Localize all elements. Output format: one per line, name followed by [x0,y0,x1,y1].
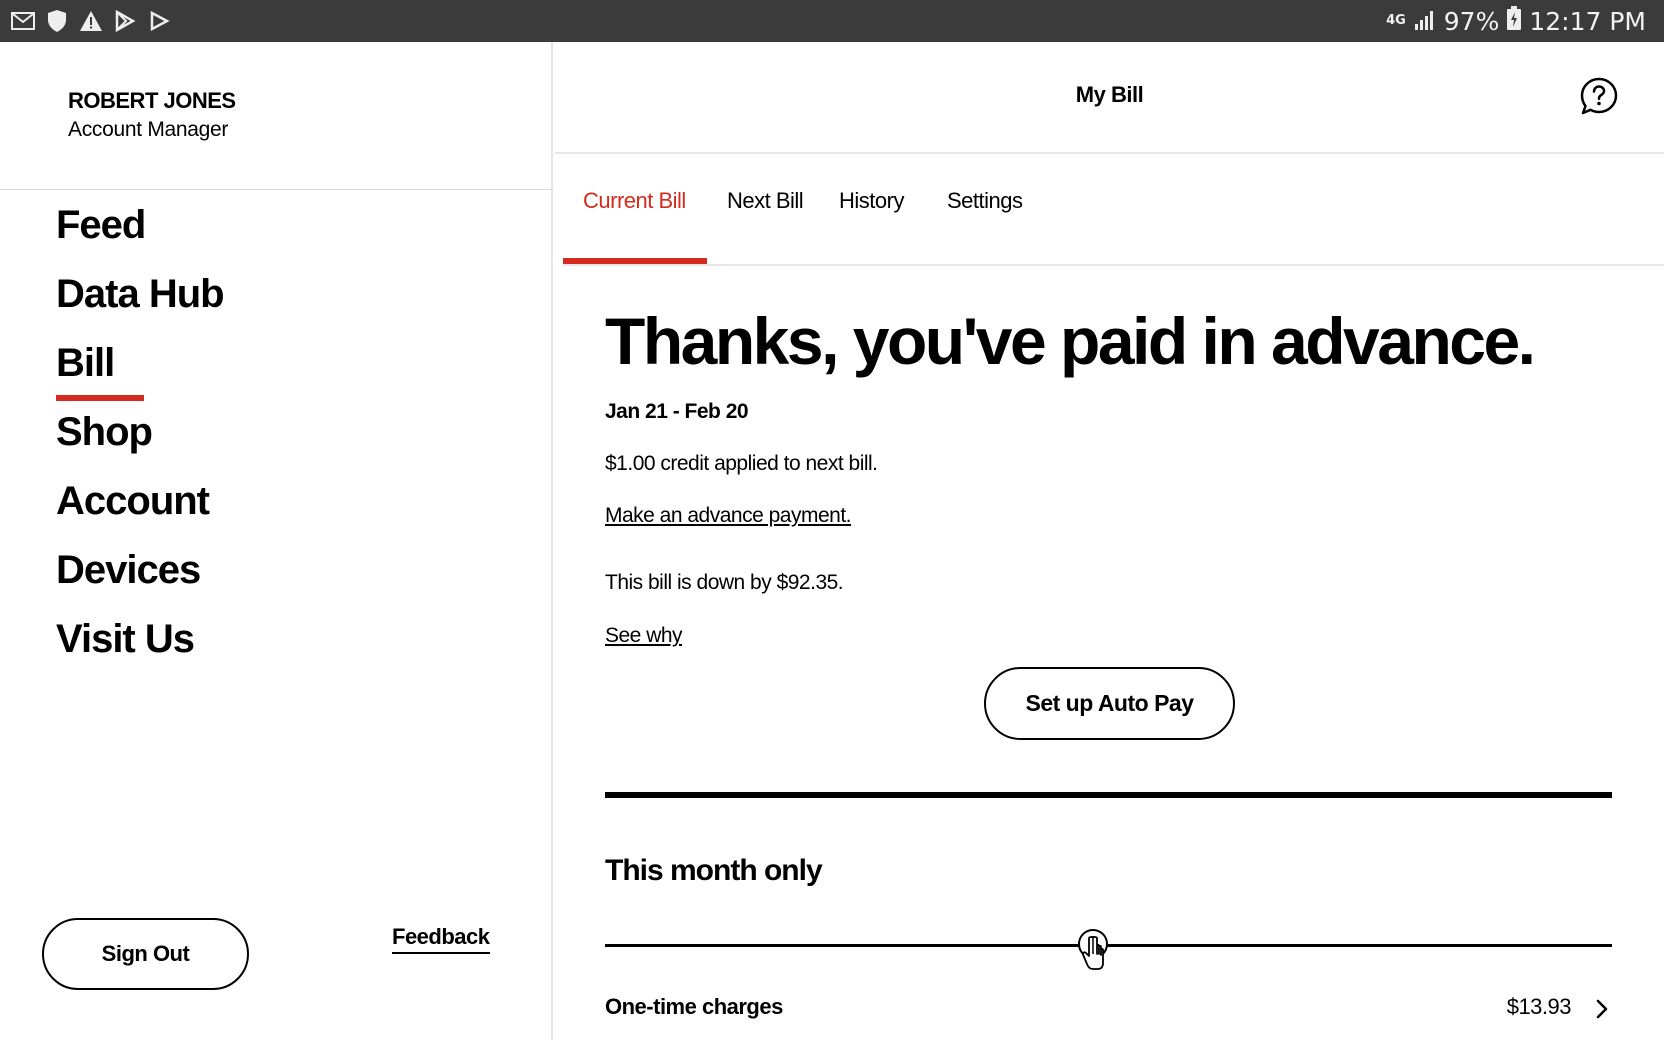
profile: ROBERT JONES Account Manager [68,88,236,142]
help-icon[interactable] [1579,76,1619,116]
tab-settings[interactable]: Settings [947,156,1023,266]
tab-history[interactable]: History [839,156,904,266]
tab-current-bill[interactable]: Current Bill [583,156,686,266]
status-indicators: 4G 97% 12:17 PM [1386,6,1646,36]
gmail-icon [10,8,36,34]
sidebar-divider [0,189,553,190]
battery-icon [1507,6,1522,36]
nav-item-account[interactable]: Account [56,473,224,542]
network-indicator: 4G [1386,13,1406,28]
main-panel: My Bill Current Bill Next Bill History S… [555,42,1664,1040]
signal-icon [1414,7,1436,36]
play-icon [146,8,172,34]
see-why-link[interactable]: See why [605,624,683,648]
nav-item-shop[interactable]: Shop [56,404,224,473]
nav-item-bill[interactable]: Bill [56,335,224,404]
status-bar: 4G 97% 12:17 PM [0,0,1664,42]
credit-text: $1.00 credit applied to next bill. [605,452,878,475]
profile-name: ROBERT JONES [68,88,236,113]
advance-payment-link[interactable]: Make an advance payment. [605,504,852,528]
feedback-link[interactable]: Feedback [392,924,490,954]
notification-icons [10,8,172,34]
play-store-icon [112,8,138,34]
nav-item-devices[interactable]: Devices [56,542,224,611]
setup-autopay-button[interactable]: Set up Auto Pay [984,667,1235,740]
header: My Bill [555,42,1664,154]
warning-icon [78,8,104,34]
sidebar: ROBERT JONES Account Manager Feed Data H… [0,42,553,1040]
profile-role: Account Manager [68,118,229,141]
bill-headline: Thanks, you've paid in advance. [605,304,1536,378]
nav-item-data-hub[interactable]: Data Hub [56,266,225,335]
active-tab-indicator [563,258,707,264]
charge-amount: $13.93 [1506,994,1572,1019]
hand-cursor-icon [1075,926,1111,976]
shield-icon [44,8,70,34]
clock: 12:17 PM [1529,6,1646,36]
main-nav: Feed Data Hub Bill Shop Account Devices … [56,197,225,680]
section-divider [605,792,1612,798]
tab-next-bill[interactable]: Next Bill [727,156,804,266]
charge-label[interactable]: One-time charges [605,994,783,1020]
bill-tabs: Current Bill Next Bill History Settings [563,156,1664,266]
chevron-right-icon[interactable] [1593,996,1611,1022]
page-title: My Bill [1075,82,1144,107]
nav-item-visit-us[interactable]: Visit Us [56,611,224,680]
sign-out-button[interactable]: Sign Out [42,918,249,990]
nav-item-feed[interactable]: Feed [56,197,224,266]
bill-change-text: This bill is down by $92.35. [605,571,844,594]
bill-period: Jan 21 - Feb 20 [605,400,749,423]
section-title: This month only [605,854,823,887]
battery-percent: 97% [1443,6,1500,36]
